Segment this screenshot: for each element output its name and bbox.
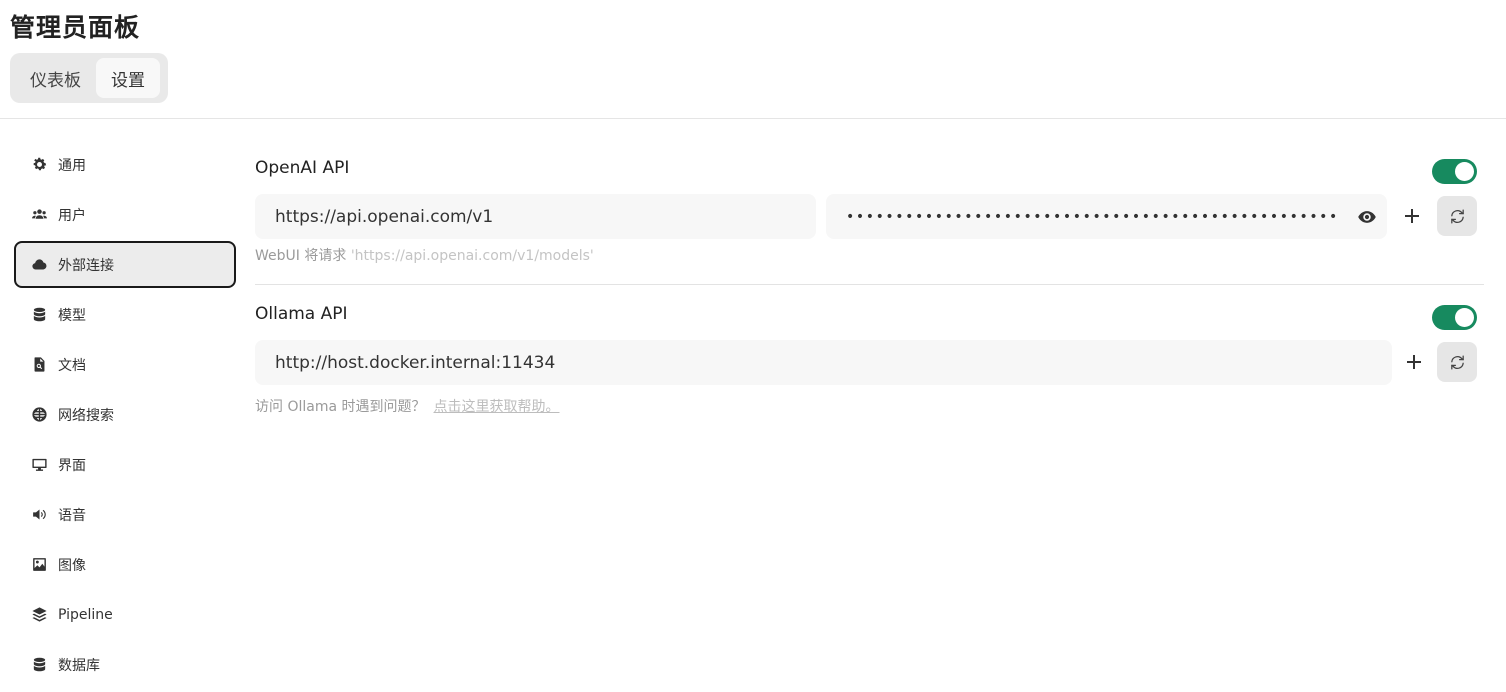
globe-icon	[30, 406, 48, 424]
users-icon	[30, 206, 48, 224]
sidebar-item-label: 网络搜索	[58, 407, 114, 424]
sidebar-item-label: 图像	[58, 557, 86, 574]
page-title: 管理员面板	[10, 13, 141, 42]
ollama-section-title: Ollama API	[255, 304, 348, 324]
sidebar-item-database[interactable]: 数据库	[14, 641, 236, 688]
plus-icon	[1407, 355, 1421, 369]
add-ollama-connection-button[interactable]	[1404, 352, 1424, 372]
document-search-icon	[30, 356, 48, 374]
refresh-icon	[1450, 208, 1464, 224]
top-tabs: 仪表板 设置	[10, 53, 168, 103]
toggle-knob	[1455, 308, 1474, 327]
sidebar-item-label: 用户	[58, 207, 86, 224]
ollama-url-value: http://host.docker.internal:11434	[275, 352, 556, 373]
openai-url-value: https://api.openai.com/v1	[275, 206, 494, 227]
verify-openai-connection-button[interactable]	[1437, 196, 1477, 236]
gear-icon	[30, 156, 48, 174]
ollama-url-input[interactable]: http://host.docker.internal:11434	[255, 340, 1392, 385]
openai-hint-url: 'https://api.openai.com/v1/models'	[350, 248, 594, 264]
openai-toggle[interactable]	[1432, 159, 1477, 184]
openai-url-input[interactable]: https://api.openai.com/v1	[255, 194, 816, 239]
openai-key-input[interactable]: ••••••••••••••••••••••••••••••••••••••••…	[826, 194, 1387, 239]
sidebar-item-pipeline[interactable]: Pipeline	[14, 591, 236, 638]
ollama-help-link[interactable]: 点击这里获取帮助。	[434, 399, 560, 415]
openai-hint-prefix: WebUI 将请求	[255, 248, 351, 264]
plus-icon	[1405, 209, 1419, 223]
layers-icon	[30, 606, 48, 624]
sidebar-item-general[interactable]: 通用	[14, 141, 236, 188]
sidebar-item-images[interactable]: 图像	[14, 541, 236, 588]
image-icon	[30, 556, 48, 574]
eye-icon[interactable]	[1357, 207, 1377, 227]
section-divider	[255, 284, 1484, 285]
sidebar-item-audio[interactable]: 语音	[14, 491, 236, 538]
ollama-hint: 访问 Ollama 时遇到问题？ 点击这里获取帮助。	[255, 396, 560, 416]
openai-section-title: OpenAI API	[255, 158, 350, 178]
openai-hint: WebUI 将请求 'https://api.openai.com/v1/mod…	[255, 245, 594, 265]
monitor-icon	[30, 456, 48, 474]
sidebar-item-web-search[interactable]: 网络搜索	[14, 391, 236, 438]
sidebar-item-interface[interactable]: 界面	[14, 441, 236, 488]
sidebar-item-label: 数据库	[58, 657, 100, 674]
database-icon	[30, 656, 48, 674]
sidebar-item-users[interactable]: 用户	[14, 191, 236, 238]
speaker-icon	[30, 506, 48, 524]
cloud-icon	[30, 256, 48, 274]
ollama-toggle[interactable]	[1432, 305, 1477, 330]
sidebar-item-label: 文档	[58, 357, 86, 374]
header-divider	[0, 118, 1506, 119]
sidebar-item-label: 通用	[58, 157, 86, 174]
add-openai-connection-button[interactable]	[1402, 206, 1422, 226]
sidebar-item-label: 模型	[58, 307, 86, 324]
tab-settings[interactable]: 设置	[96, 58, 160, 98]
refresh-icon	[1450, 354, 1464, 370]
openai-key-value: ••••••••••••••••••••••••••••••••••••••••…	[846, 208, 1339, 225]
sidebar-item-models[interactable]: 模型	[14, 291, 236, 338]
verify-ollama-connection-button[interactable]	[1437, 342, 1477, 382]
toggle-knob	[1455, 162, 1474, 181]
sidebar-item-documents[interactable]: 文档	[14, 341, 236, 388]
sidebar-item-connections[interactable]: 外部连接	[14, 241, 236, 288]
database-icon	[30, 306, 48, 324]
sidebar-item-label: 语音	[58, 507, 86, 524]
settings-sidebar: 通用 用户 外部连接 模型 文档 网络搜索 界面 语音 图像 Pipeline …	[14, 141, 236, 691]
ollama-hint-text: 访问 Ollama 时遇到问题？	[255, 399, 426, 415]
sidebar-item-label: 界面	[58, 457, 86, 474]
sidebar-item-label: 外部连接	[58, 257, 114, 274]
tab-dashboard[interactable]: 仪表板	[15, 58, 96, 98]
sidebar-item-label: Pipeline	[58, 606, 113, 623]
